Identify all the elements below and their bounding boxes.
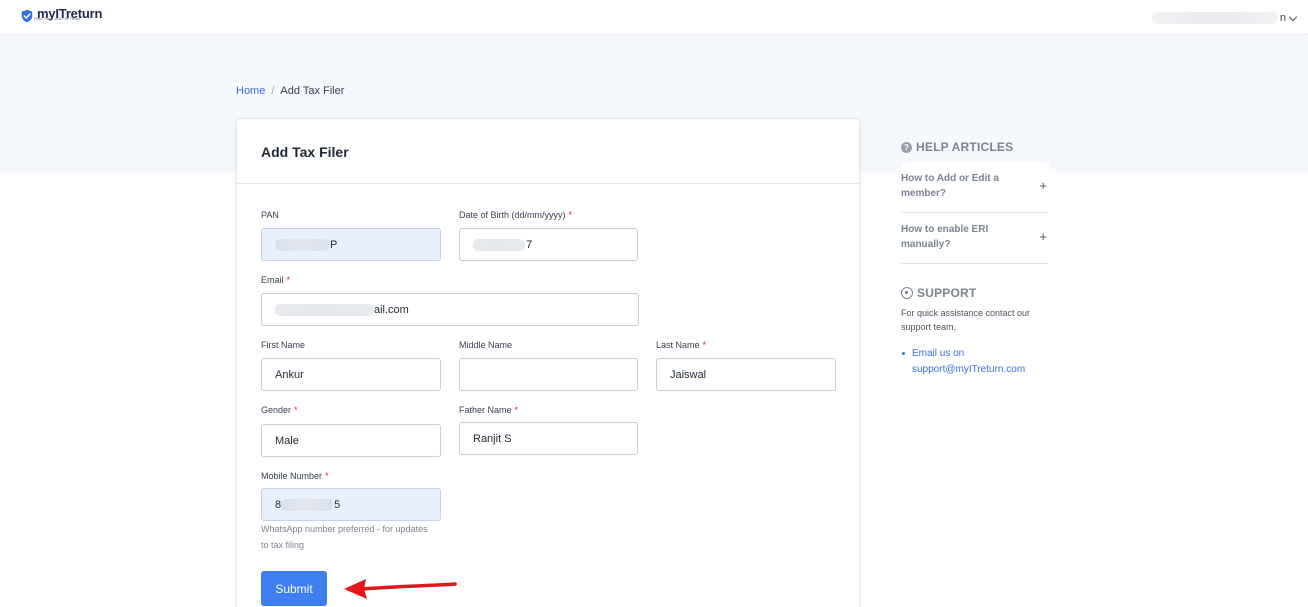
support-heading: SUPPORT [901, 286, 976, 300]
email-label: Email * [261, 275, 291, 285]
red-arrow-annotation [344, 579, 457, 599]
gender-select[interactable]: Male [261, 424, 441, 457]
mobile-label: Mobile Number * [261, 471, 329, 481]
first-name-field[interactable]: Ankur [261, 358, 441, 391]
help-article-label: How to Add or Edit a member? [901, 173, 999, 199]
question-circle-icon: ? [901, 141, 912, 153]
first-name-label: First Name [261, 340, 306, 350]
breadcrumb-current: Add Tax Filer [280, 85, 345, 97]
father-name-value: Ranjit S [473, 432, 512, 445]
gender-value: Male [275, 434, 299, 447]
support-title: SUPPORT [917, 286, 977, 300]
help-articles-title: HELP ARTICLES [916, 140, 1014, 154]
mobile-field[interactable]: 8 5 [261, 488, 441, 521]
chevron-down-icon [1288, 12, 1298, 21]
redacted-value [473, 238, 525, 251]
pan-label: PAN [261, 210, 279, 220]
add-tax-filer-card: Add Tax Filer PAN P Date of Birth (dd/mm… [236, 118, 860, 607]
plus-icon[interactable]: + [1039, 229, 1047, 244]
mobile-value-tail: 5 [334, 498, 341, 511]
pan-value: P [330, 238, 338, 251]
help-articles-list: How to Add or Edit a member? + How to en… [901, 162, 1049, 264]
middle-name-label: Middle Name [459, 340, 513, 350]
plus-icon[interactable]: + [1039, 178, 1047, 193]
list-bullet [902, 352, 905, 355]
father-name-field[interactable]: Ranjit S [459, 422, 638, 455]
father-name-label: Father Name * [459, 405, 519, 415]
email-value: ail.com [374, 303, 409, 316]
last-name-field[interactable]: Jaiswal [656, 358, 836, 391]
sidebar: ? HELP ARTICLES How to Add or Edit a mem… [901, 140, 1049, 375]
redacted-value [281, 498, 334, 511]
gender-label: Gender * [261, 405, 298, 415]
help-articles-heading: ? HELP ARTICLES [901, 140, 1049, 154]
top-bar: myITreturn Plan, Save and File Taxes n [0, 0, 1308, 35]
middle-name-field[interactable] [459, 358, 638, 391]
breadcrumb: Home / Add Tax Filer [236, 85, 344, 97]
help-article-label: How to enable ERI manually? [901, 224, 989, 250]
redacted-value [275, 303, 373, 316]
whatsapp-icon [901, 287, 913, 299]
mobile-hint: WhatsApp number preferred - for updates … [261, 524, 428, 550]
support-description: For quick assistance contact our support… [901, 308, 1031, 332]
pan-field[interactable]: P [261, 228, 441, 261]
breadcrumb-home-link[interactable]: Home [236, 85, 265, 97]
dob-label: Date of Birth (dd/mm/yyyy) * [459, 210, 573, 220]
user-name-redacted [1151, 12, 1278, 24]
redacted-value [275, 238, 329, 251]
last-name-value: Jaiswal [670, 368, 707, 381]
help-article-item[interactable]: How to enable ERI manually? + [901, 213, 1049, 264]
card-header: Add Tax Filer [237, 119, 859, 184]
brand-tagline: Plan, Save and File Taxes [34, 16, 81, 21]
submit-button[interactable]: Submit [261, 571, 327, 606]
help-article-item[interactable]: How to Add or Edit a member? + [901, 162, 1049, 213]
support-email-link[interactable]: Email us on support@myITreturn.com [912, 346, 1042, 377]
page-title: Add Tax Filer [261, 144, 349, 160]
user-menu[interactable]: n [1151, 11, 1298, 24]
last-name-label: Last Name * [656, 340, 707, 350]
dob-field[interactable]: 7 [459, 228, 638, 261]
breadcrumb-separator: / [271, 85, 275, 97]
shield-check-icon [21, 9, 33, 23]
first-name-value: Ankur [275, 368, 304, 381]
email-field[interactable]: ail.com [261, 293, 639, 326]
dob-value: 7 [526, 238, 533, 251]
user-name: n [1279, 11, 1286, 24]
